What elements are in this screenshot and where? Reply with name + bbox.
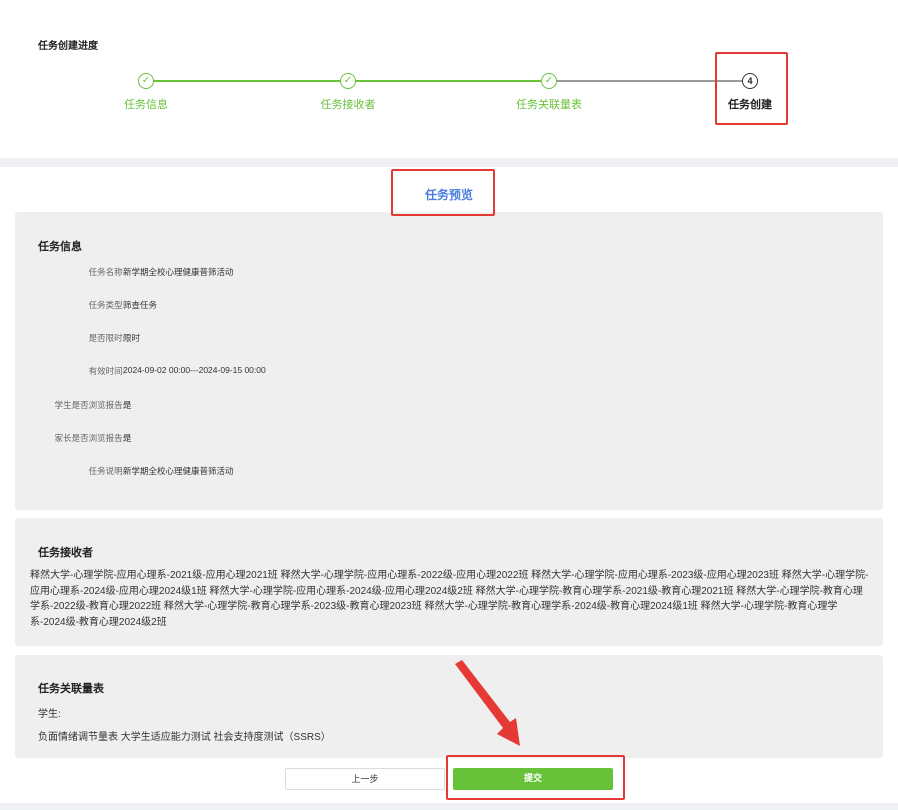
prev-step-button[interactable]: 上一步 bbox=[285, 768, 445, 790]
info-value: 是 bbox=[123, 433, 132, 443]
task-info-section: 任务信息 任务名称: 新学期全校心理健康普筛活动 任务类型: 筛查任务 是否限时… bbox=[15, 212, 883, 510]
highlight-box bbox=[446, 755, 625, 800]
highlight-box bbox=[715, 52, 788, 125]
info-key: 是否限时: bbox=[88, 333, 125, 343]
scales-title: 任务关联量表 bbox=[38, 683, 104, 695]
step-connector bbox=[154, 80, 340, 82]
info-key: 有效时间: bbox=[88, 366, 125, 376]
step-connector bbox=[356, 80, 541, 82]
step-label-task-info[interactable]: 任务信息 bbox=[124, 96, 168, 112]
check-icon: ✓ bbox=[138, 73, 154, 89]
info-row: 任务名称: 新学期全校心理健康普筛活动 bbox=[15, 266, 883, 280]
task-info-title: 任务信息 bbox=[38, 241, 82, 253]
info-key: 任务名称: bbox=[88, 267, 125, 277]
info-row: 学生是否浏览报告: 是 bbox=[15, 399, 883, 413]
info-row: 任务类型: 筛查任务 bbox=[15, 299, 883, 313]
info-key: 任务类型: bbox=[88, 300, 125, 310]
info-value: 限时 bbox=[123, 333, 141, 343]
info-key: 学生是否浏览报告: bbox=[54, 400, 125, 410]
info-value: 2024-09-02 00:00---2024-09-15 00:00 bbox=[123, 365, 266, 375]
scales-section: 任务关联量表 学生: 负面情绪调节量表 大学生适应能力测试 社会支持度测试（SS… bbox=[15, 655, 883, 758]
info-value: 新学期全校心理健康普筛活动 bbox=[123, 466, 234, 476]
step-label-task-receivers[interactable]: 任务接收者 bbox=[321, 96, 376, 112]
info-row: 任务说明: 新学期全校心理健康普筛活动 bbox=[15, 465, 883, 479]
progress-title: 任务创建进度 bbox=[38, 41, 98, 52]
info-key: 家长是否浏览报告: bbox=[54, 433, 125, 443]
highlight-box bbox=[391, 169, 495, 216]
info-value: 筛查任务 bbox=[123, 300, 158, 310]
check-icon: ✓ bbox=[541, 73, 557, 89]
info-row: 是否限时: 限时 bbox=[15, 332, 883, 346]
info-row: 有效时间: 2024-09-02 00:00---2024-09-15 00:0… bbox=[15, 365, 883, 379]
info-value: 新学期全校心理健康普筛活动 bbox=[123, 267, 234, 277]
check-icon: ✓ bbox=[340, 73, 356, 89]
info-row: 家长是否浏览报告: 是 bbox=[15, 432, 883, 446]
info-value: 是 bbox=[123, 400, 132, 410]
receivers-section: 任务接收者 释然大学-心理学院-应用心理系-2021级-应用心理2021班 释然… bbox=[15, 518, 883, 646]
step-label-task-scales[interactable]: 任务关联量表 bbox=[516, 96, 582, 112]
receivers-list: 释然大学-心理学院-应用心理系-2021级-应用心理2021班 释然大学-心理学… bbox=[30, 570, 869, 628]
scales-group-label: 学生: bbox=[38, 709, 61, 720]
info-key: 任务说明: bbox=[88, 466, 125, 476]
receivers-title: 任务接收者 bbox=[38, 547, 93, 559]
scales-list: 负面情绪调节量表 大学生适应能力测试 社会支持度测试（SSRS） bbox=[38, 732, 331, 743]
